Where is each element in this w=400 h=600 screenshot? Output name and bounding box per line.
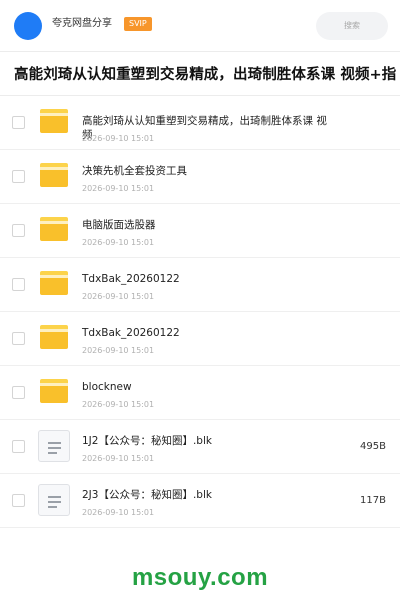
select-checkbox[interactable] xyxy=(12,440,25,453)
select-checkbox[interactable] xyxy=(12,224,25,237)
item-name: 电脑版面选股器 xyxy=(82,219,156,231)
list-item[interactable]: 电脑版面选股器 2026-09-10 15:01 xyxy=(0,204,400,258)
item-date: 2026-09-10 15:01 xyxy=(82,292,155,301)
document-icon xyxy=(38,430,70,462)
list-item[interactable]: 决策先机全套投资工具 2026-09-10 15:01 xyxy=(0,150,400,204)
item-date: 2026-09-10 15:01 xyxy=(82,454,155,463)
select-checkbox[interactable] xyxy=(12,386,25,399)
list-item[interactable]: 2J3【公众号：秘知圈】.blk 2026-09-10 15:01 117B xyxy=(0,474,400,528)
item-name: blocknew xyxy=(82,381,132,393)
document-icon xyxy=(38,484,70,516)
page-title: 高能刘琦从认知重塑到交易精成，出琦制胜体系课 视频+指 xyxy=(14,67,397,83)
list-item[interactable]: 高能刘琦从认知重塑到交易精成，出琦制胜体系课 视频 2026-09-10 15:… xyxy=(0,96,400,150)
svip-badge: SVIP xyxy=(124,17,152,31)
folder-icon xyxy=(40,325,68,349)
item-date: 2026-09-10 15:01 xyxy=(82,346,155,355)
item-size: 495B xyxy=(360,441,386,452)
share-header: 夸克网盘分享 SVIP 搜索 xyxy=(0,0,400,52)
search-input[interactable]: 搜索 xyxy=(316,12,388,40)
list-item[interactable]: TdxBak_20260122 2026-09-10 15:01 xyxy=(0,258,400,312)
watermark: msouy.com xyxy=(131,564,269,591)
item-name: 2J3【公众号：秘知圈】.blk xyxy=(82,489,212,501)
file-list: 高能刘琦从认知重塑到交易精成，出琦制胜体系课 视频 2026-09-10 15:… xyxy=(0,95,400,528)
item-name: TdxBak_20260122 xyxy=(82,327,180,339)
folder-icon xyxy=(40,271,68,295)
select-checkbox[interactable] xyxy=(12,278,25,291)
item-size: 117B xyxy=(360,495,386,506)
folder-icon xyxy=(40,379,68,403)
select-checkbox[interactable] xyxy=(12,332,25,345)
folder-icon xyxy=(40,109,68,133)
avatar[interactable] xyxy=(14,12,42,40)
item-name: 决策先机全套投资工具 xyxy=(82,165,187,177)
list-item[interactable]: TdxBak_20260122 2026-09-10 15:01 xyxy=(0,312,400,366)
item-date: 2026-09-10 15:01 xyxy=(82,184,155,193)
item-date: 2026-09-10 15:01 xyxy=(82,508,155,517)
item-date: 2026-09-10 15:01 xyxy=(82,400,155,409)
folder-icon xyxy=(40,163,68,187)
item-date: 2026-09-10 15:01 xyxy=(82,238,155,247)
select-checkbox[interactable] xyxy=(12,494,25,507)
list-item[interactable]: blocknew 2026-09-10 15:01 xyxy=(0,366,400,420)
item-name: 1J2【公众号：秘知圈】.blk xyxy=(82,435,212,447)
select-checkbox[interactable] xyxy=(12,170,25,183)
select-checkbox[interactable] xyxy=(12,116,25,129)
share-title: 夸克网盘分享 xyxy=(52,18,112,29)
item-name: TdxBak_20260122 xyxy=(82,273,180,285)
item-date: 2026-09-10 15:01 xyxy=(82,134,155,143)
folder-icon xyxy=(40,217,68,241)
list-item[interactable]: 1J2【公众号：秘知圈】.blk 2026-09-10 15:01 495B xyxy=(0,420,400,474)
